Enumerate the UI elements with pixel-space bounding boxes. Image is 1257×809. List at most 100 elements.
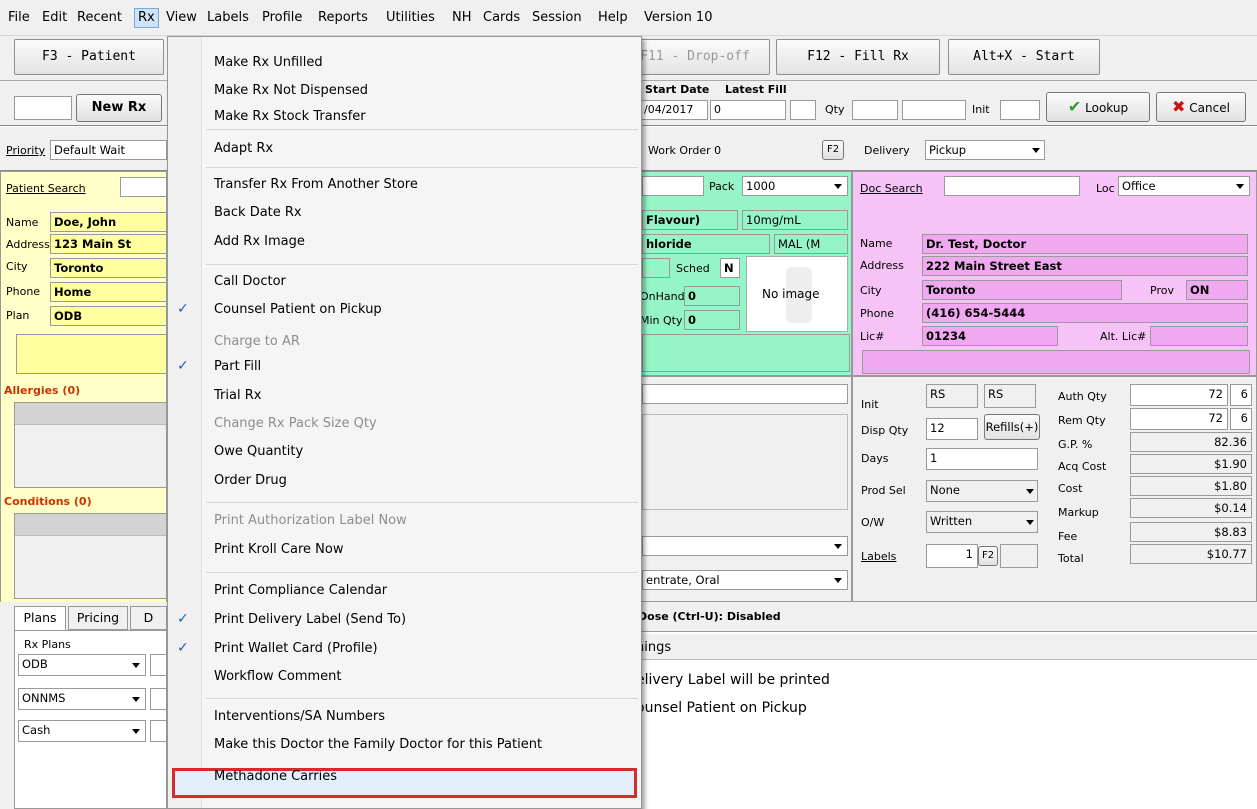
menu-file[interactable]: File xyxy=(8,10,30,25)
menu-item-order-drug[interactable]: Order Drug xyxy=(214,473,287,488)
start-date-field[interactable]: /04/2017 xyxy=(640,100,708,120)
menu-reports[interactable]: Reports xyxy=(318,10,368,25)
fee-value[interactable]: $8.83 xyxy=(1130,522,1252,542)
menu-item-interventions-sa-numbers[interactable]: Interventions/SA Numbers xyxy=(214,709,385,724)
menu-view[interactable]: View xyxy=(166,10,197,25)
blank-field-2[interactable] xyxy=(902,100,966,120)
patient-address-label: Address xyxy=(6,238,50,251)
init-field[interactable] xyxy=(1000,100,1040,120)
allergies-header[interactable]: Allergies (0) xyxy=(4,384,80,397)
labels-field[interactable]: 1 xyxy=(926,544,978,568)
cancel-button[interactable]: ✖ Cancel xyxy=(1156,92,1246,122)
f3-patient-button[interactable]: F3 - Patient xyxy=(14,39,164,75)
menu-item-part-fill[interactable]: Part Fill xyxy=(214,359,261,374)
menu-edit[interactable]: Edit xyxy=(42,10,67,25)
latest-fill-field[interactable]: 0 xyxy=(710,100,786,120)
prod-sel-select[interactable]: None xyxy=(926,480,1038,502)
loc-select[interactable]: Office xyxy=(1118,176,1250,196)
auth-qty[interactable]: 72 xyxy=(1130,384,1228,406)
patient-notes[interactable] xyxy=(16,334,167,374)
plan-select-3[interactable]: Cash xyxy=(18,720,146,742)
plan-extra-1[interactable] xyxy=(150,654,167,676)
menu-rx[interactable]: Rx xyxy=(134,8,159,28)
qty-field[interactable] xyxy=(852,100,898,120)
menu-item-print-compliance-calendar[interactable]: Print Compliance Calendar xyxy=(214,583,387,598)
refills-button[interactable]: Refills(+) xyxy=(984,414,1040,440)
chevron-down-icon xyxy=(834,544,842,549)
menu-item-adapt-rx[interactable]: Adapt Rx xyxy=(214,141,273,156)
x-icon: ✖ xyxy=(1172,97,1186,116)
new-rx-button[interactable]: New Rx xyxy=(76,94,162,122)
delivery-select[interactable]: Pickup xyxy=(925,140,1045,160)
menu-item-add-rx-image[interactable]: Add Rx Image xyxy=(214,234,305,249)
doc-notes[interactable] xyxy=(862,350,1250,374)
menu-item-trial-rx[interactable]: Trial Rx xyxy=(214,388,261,403)
doc-name: Dr. Test, Doctor xyxy=(922,234,1248,254)
rx-number-box[interactable] xyxy=(14,96,72,120)
tab-plans[interactable]: Plans xyxy=(14,606,66,630)
ow-select[interactable]: Written xyxy=(926,511,1038,533)
menu-help[interactable]: Help xyxy=(598,10,628,25)
sig-select[interactable] xyxy=(642,536,848,556)
plan-extra-2[interactable] xyxy=(150,688,167,710)
dosage-form-select[interactable]: entrate, Oral xyxy=(642,570,848,590)
auth-qty-2[interactable]: 6 xyxy=(1230,384,1252,406)
menu-utilities[interactable]: Utilities xyxy=(386,10,435,25)
patient-name-label: Name xyxy=(6,216,39,229)
sched-value: N xyxy=(720,258,740,278)
menu-item-print-kroll-care-now[interactable]: Print Kroll Care Now xyxy=(214,542,343,557)
pack-select[interactable]: 1000 xyxy=(742,176,848,196)
menu-separator xyxy=(206,129,638,130)
plan-select-2[interactable]: ONNMS xyxy=(18,688,146,710)
allergies-list[interactable] xyxy=(14,402,167,488)
menu-labels[interactable]: Labels xyxy=(207,10,249,25)
menu-item-make-this-doctor-the-family-doctor-for-this-patient[interactable]: Make this Doctor the Family Doctor for t… xyxy=(214,737,542,752)
f11-dropoff-button[interactable]: F11 - Drop-off xyxy=(620,39,770,75)
f12-fill-rx-button[interactable]: F12 - Fill Rx xyxy=(776,39,940,75)
days-field[interactable]: 1 xyxy=(926,448,1038,470)
menu-item-print-delivery-label-send-to[interactable]: Print Delivery Label (Send To) xyxy=(214,612,406,627)
menu-item-workflow-comment[interactable]: Workflow Comment xyxy=(214,669,342,684)
work-order-f2-button[interactable]: F2 xyxy=(822,140,844,160)
tab-pricing[interactable]: Pricing xyxy=(68,606,128,630)
menu-item-methadone-carries[interactable]: Methadone Carries xyxy=(214,769,337,784)
directions-box[interactable] xyxy=(642,414,848,510)
menu-recent[interactable]: Recent xyxy=(77,10,122,25)
menu-item-counsel-patient-on-pickup[interactable]: Counsel Patient on Pickup xyxy=(214,302,382,317)
drug-image: No image xyxy=(746,256,848,332)
doc-alt-lic xyxy=(1150,326,1248,346)
conditions-header[interactable]: Conditions (0) xyxy=(4,495,92,508)
tab-d[interactable]: D xyxy=(130,606,167,630)
drug-search-input[interactable] xyxy=(642,176,704,196)
blank-field-1[interactable] xyxy=(790,100,816,120)
altx-start-button[interactable]: Alt+X - Start xyxy=(948,39,1100,75)
menu-version[interactable]: Version 10 xyxy=(644,10,712,25)
doc-city: Toronto xyxy=(922,280,1122,300)
menu-item-call-doctor[interactable]: Call Doctor xyxy=(214,274,286,289)
patient-address: 123 Main St xyxy=(50,234,167,254)
menu-nh[interactable]: NH xyxy=(452,10,472,25)
plan-extra-3[interactable] xyxy=(150,720,167,742)
menu-item-owe-quantity[interactable]: Owe Quantity xyxy=(214,444,303,459)
menu-item-print-wallet-card-profile[interactable]: Print Wallet Card (Profile) xyxy=(214,641,378,656)
conditions-list[interactable] xyxy=(14,513,167,599)
lookup-button[interactable]: ✔ Lookup xyxy=(1046,92,1150,122)
menu-cards[interactable]: Cards xyxy=(483,10,520,25)
menu-item-back-date-rx[interactable]: Back Date Rx xyxy=(214,205,302,220)
rem-qty-2[interactable]: 6 xyxy=(1230,408,1252,430)
doc-search-input[interactable] xyxy=(944,176,1080,196)
menu-item-transfer-rx-from-another-store[interactable]: Transfer Rx From Another Store xyxy=(214,177,418,192)
drug-notes[interactable] xyxy=(642,334,850,372)
patient-search-input[interactable] xyxy=(120,177,167,197)
menu-profile[interactable]: Profile xyxy=(262,10,302,25)
sig-field[interactable] xyxy=(642,384,848,404)
menu-session[interactable]: Session xyxy=(532,10,582,25)
menu-item-make-rx-unfilled[interactable]: Make Rx Unfilled xyxy=(214,55,323,70)
disp-qty-field[interactable]: 12 xyxy=(926,418,978,440)
plan-select-1[interactable]: ODB xyxy=(18,654,146,676)
rem-qty[interactable]: 72 xyxy=(1130,408,1228,430)
priority-select[interactable]: Default Wait xyxy=(50,140,167,160)
menu-item-make-rx-not-dispensed[interactable]: Make Rx Not Dispensed xyxy=(214,83,368,98)
labels-f2-button[interactable]: F2 xyxy=(978,546,998,566)
menu-item-make-rx-stock-transfer[interactable]: Make Rx Stock Transfer xyxy=(214,109,366,124)
